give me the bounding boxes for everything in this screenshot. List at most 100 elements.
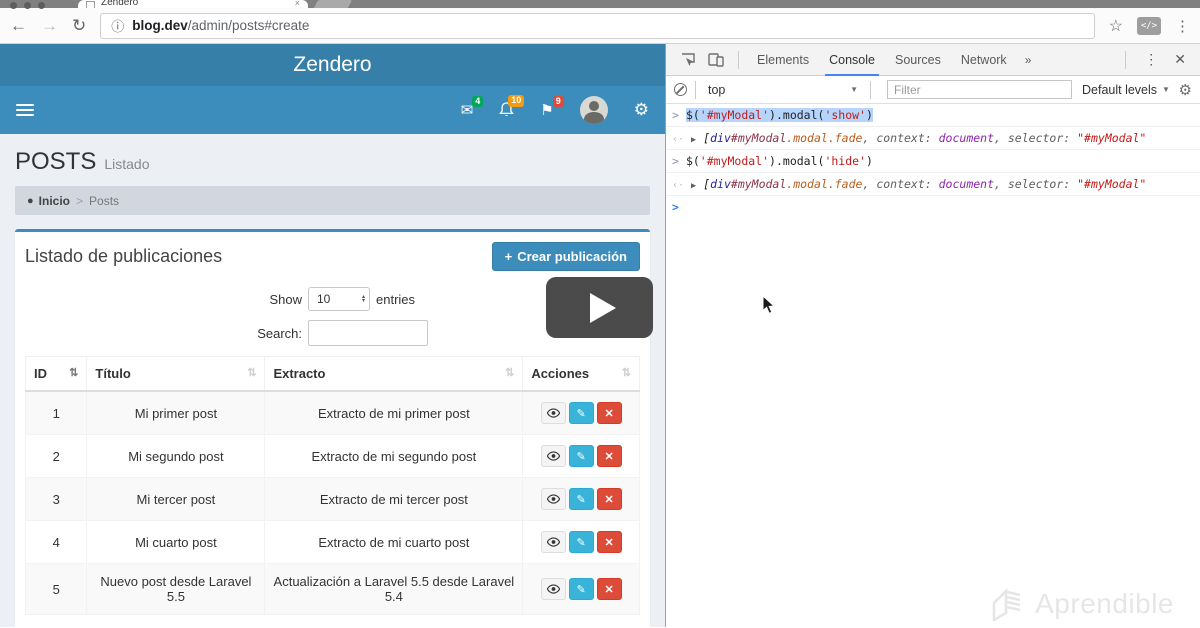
search-label: Search:: [257, 325, 302, 341]
console-settings-icon[interactable]: ⚙: [1179, 81, 1192, 99]
console-input-line: > $('#myModal').modal('show'): [666, 104, 1200, 127]
eye-icon: [546, 537, 560, 547]
console-result-line: ‹· ▶ [div#myModal.modal.fade, context: d…: [666, 127, 1200, 150]
devtools-close-icon[interactable]: ✕: [1168, 51, 1192, 68]
console-input-line: > $('#myModal').modal('hide'): [666, 150, 1200, 173]
tasks-icon[interactable]: ⚑ 9: [540, 95, 564, 118]
cell-titulo: Nuevo post desde Laravel 5.5: [86, 563, 266, 615]
browser-tab-strip: Zendero ×: [0, 0, 1200, 9]
view-button[interactable]: [540, 402, 566, 424]
result-arrow-icon: ‹·: [672, 134, 685, 145]
inspect-element-icon[interactable]: [674, 52, 702, 68]
expand-triangle-icon[interactable]: ▶: [691, 135, 696, 145]
context-value: top: [708, 82, 726, 97]
view-button[interactable]: [540, 488, 566, 510]
extension-icon[interactable]: </>: [1137, 16, 1161, 35]
result-arrow-icon: ‹·: [672, 180, 685, 191]
new-tab-button[interactable]: [313, 0, 353, 8]
browser-menu-icon[interactable]: ⋮: [1175, 17, 1190, 35]
console-filter-input[interactable]: [887, 80, 1072, 99]
more-tabs-icon[interactable]: »: [1017, 53, 1040, 67]
delete-button[interactable]: ✕: [596, 578, 622, 600]
breadcrumb: ● Inicio > Posts: [15, 186, 650, 215]
execution-context-select[interactable]: top ▼: [704, 83, 862, 97]
aprendible-logo-icon: [992, 587, 1021, 621]
tab-close-icon[interactable]: ×: [295, 0, 300, 8]
pencil-icon: ✎: [576, 536, 586, 549]
bookmark-star-icon[interactable]: ☆: [1109, 16, 1123, 36]
chevron-down-icon: ▼: [1162, 85, 1170, 94]
delete-button[interactable]: ✕: [596, 445, 622, 467]
page-info-icon[interactable]: ⓘ: [111, 16, 124, 35]
select-stepper-icon: ▴ ▾: [361, 294, 365, 304]
delete-button[interactable]: ✕: [596, 402, 622, 424]
edit-button[interactable]: ✎: [568, 531, 594, 553]
tab-network[interactable]: Network: [951, 44, 1017, 76]
window-controls[interactable]: [10, 2, 45, 9]
search-input[interactable]: [308, 320, 428, 346]
video-play-overlay[interactable]: [546, 277, 653, 338]
notifications-icon[interactable]: 10: [499, 95, 525, 118]
messages-icon[interactable]: ✉ 4: [461, 95, 484, 118]
console-command: $('#myModal').modal('hide'): [685, 154, 873, 168]
view-button[interactable]: [540, 531, 566, 553]
pencil-icon: ✎: [576, 407, 586, 420]
cell-id: 5: [24, 563, 88, 615]
tab-console[interactable]: Console: [819, 44, 885, 76]
user-avatar[interactable]: [579, 96, 608, 124]
delete-button[interactable]: ✕: [596, 531, 622, 553]
expand-triangle-icon[interactable]: ▶: [691, 181, 696, 191]
sort-icon[interactable]: ⇅: [69, 366, 78, 379]
app-logo-bar: Zendero: [0, 44, 665, 86]
page-subtitle: Listado: [104, 156, 150, 172]
delete-button[interactable]: ✕: [596, 488, 622, 510]
column-header-extracto[interactable]: Extracto ⇅: [264, 356, 524, 392]
app-logo[interactable]: Zendero: [293, 53, 371, 77]
cell-extracto: Extracto de mi tercer post: [264, 477, 524, 521]
table-row: 2 Mi segundo post Extracto de mi segundo…: [24, 434, 640, 478]
sort-icon[interactable]: ⇅: [622, 366, 631, 379]
create-post-button[interactable]: + Crear publicación: [491, 242, 640, 271]
eye-icon: [546, 451, 560, 461]
column-header-id[interactable]: ID ⇅: [24, 356, 88, 392]
forward-icon[interactable]: →: [41, 16, 58, 36]
edit-button[interactable]: ✎: [568, 578, 594, 600]
devtools-menu-icon[interactable]: ⋮: [1138, 51, 1164, 68]
view-button[interactable]: [540, 578, 566, 600]
close-icon: ✕: [604, 583, 614, 596]
tab-sources[interactable]: Sources: [885, 44, 951, 76]
breadcrumb-home-link[interactable]: ● Inicio: [27, 194, 70, 208]
console-messages[interactable]: > $('#myModal').modal('show') ‹· ▶ [div#…: [666, 104, 1200, 627]
play-icon: [589, 292, 616, 323]
cell-titulo: Mi cuarto post: [86, 520, 266, 564]
cell-titulo: Mi primer post: [86, 390, 266, 435]
tab-elements[interactable]: Elements: [747, 44, 819, 76]
tasks-badge: 9: [552, 95, 564, 108]
sort-icon[interactable]: ⇅: [247, 366, 256, 379]
page-length-select[interactable]: 10 ▴ ▾: [308, 287, 370, 311]
sort-icon[interactable]: ⇅: [505, 366, 514, 379]
messages-badge: 4: [472, 95, 484, 108]
reload-icon[interactable]: ↻: [72, 16, 86, 36]
column-header-acciones[interactable]: Acciones ⇅: [522, 356, 640, 392]
sidebar-toggle-icon[interactable]: [16, 104, 34, 116]
app-page: Zendero ✉ 4 10 ⚑ 9 ⚙ POSTS Listado ● Ini…: [0, 44, 665, 627]
pencil-icon: ✎: [576, 450, 586, 463]
column-header-titulo[interactable]: Título ⇅: [86, 356, 266, 392]
prompt-chevron-icon: >: [672, 200, 679, 214]
settings-gear-icon[interactable]: ⚙: [634, 100, 649, 120]
table-row: 1 Mi primer post Extracto de mi primer p…: [24, 390, 640, 435]
back-icon[interactable]: ←: [10, 16, 27, 36]
console-prompt-line[interactable]: >: [666, 196, 1200, 218]
watermark-text: Aprendible: [1035, 588, 1174, 619]
device-toolbar-icon[interactable]: [702, 52, 730, 67]
edit-button[interactable]: ✎: [568, 445, 594, 467]
address-bar[interactable]: ⓘ blog.dev/admin/posts#create: [100, 12, 1095, 39]
edit-button[interactable]: ✎: [568, 402, 594, 424]
edit-button[interactable]: ✎: [568, 488, 594, 510]
clear-console-icon[interactable]: [674, 83, 687, 96]
log-levels-select[interactable]: Default levels ▼: [1082, 83, 1170, 97]
browser-tab[interactable]: Zendero ×: [78, 0, 308, 8]
view-button[interactable]: [540, 445, 566, 467]
mouse-cursor: [762, 295, 776, 314]
